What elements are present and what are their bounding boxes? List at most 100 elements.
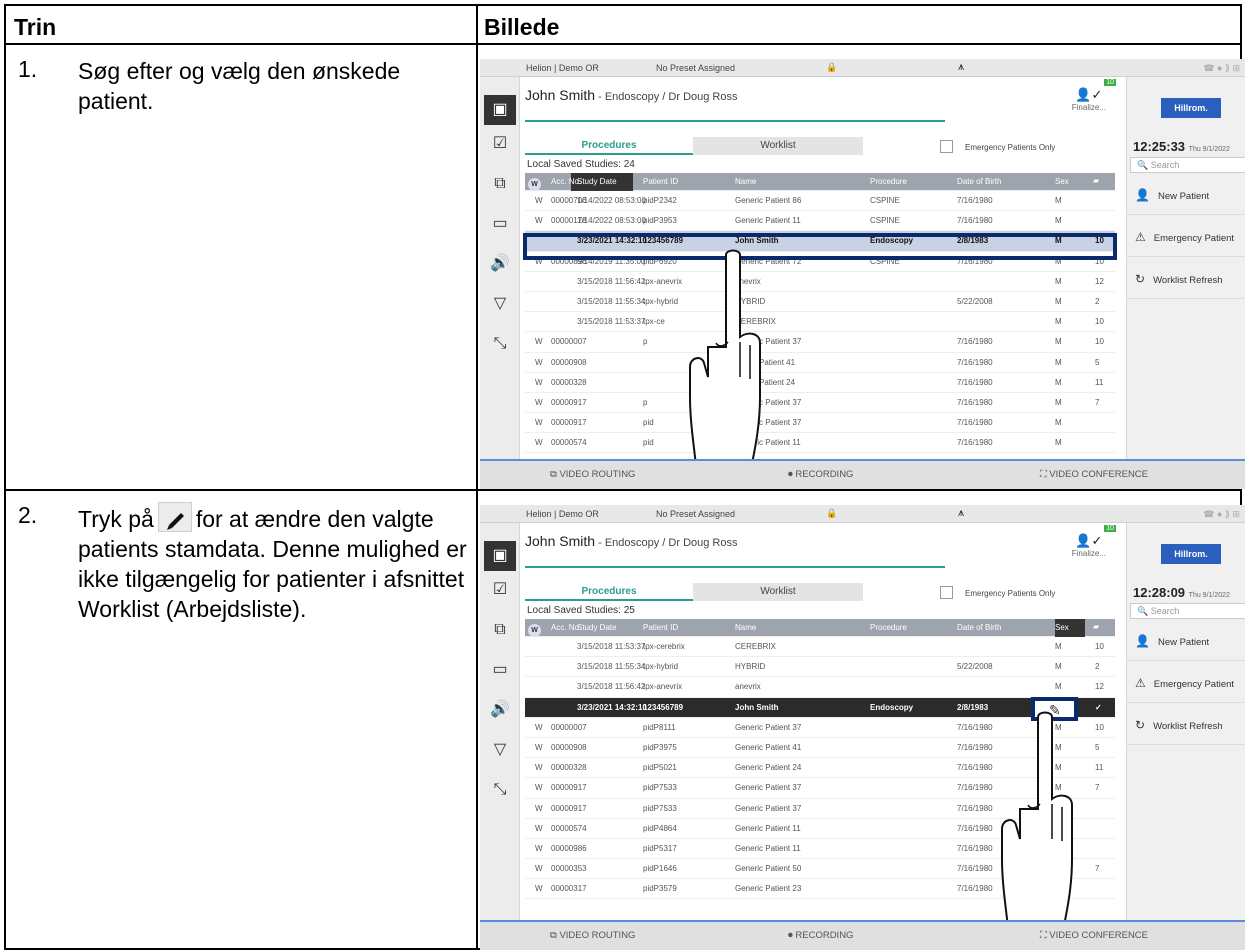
table-row[interactable]: W 00000007 p Generic Patient 37 7/16/1980 M 10 [525,332,1115,353]
table-cell: 123456789 [643,702,684,712]
emergency-only-checkbox[interactable] [940,586,953,599]
display-icon[interactable]: ▭ [480,651,520,689]
table-cell: 7/16/1980 [957,357,993,367]
table-row[interactable]: W 00000178 1/14/2022 08:53:00 pidP3953 Gener… [525,211,1115,232]
tab-worklist[interactable]: Worklist [693,583,863,601]
recording-button[interactable]: ⏺ RECORDING [788,930,853,941]
column-header[interactable]: Date of Birth [957,177,1001,186]
table-cell: 00000574 [551,438,587,448]
table-cell: CSPINE [870,196,900,205]
count-badge: 10 [1104,525,1116,532]
mic-icon[interactable]: ⩚ [958,61,964,74]
step-2-text: Tryk på for at ændre den valgte patients … [78,502,473,624]
table-row[interactable]: W 00000908 eneric Patient 41 7/16/1980 M 5 [525,353,1115,373]
camera-icon[interactable]: ⤡ [480,325,520,363]
patient-card-icon[interactable]: ▣ [484,95,516,125]
column-header[interactable]: Procedure [870,177,907,186]
table-cell: W [535,397,543,407]
table-cell: 3/15/2018 11:55:34 [577,296,646,306]
table-row[interactable]: W 00000706 1/14/2022 08:53:00 pidP2342 Gener… [525,191,1115,212]
table-row[interactable]: 3/15/2018 11:55:34 tpx-hybrid HYBRID 5/22/2… [525,657,1115,678]
column-header[interactable]: Patient ID [643,177,678,186]
table-cell: M [1055,418,1062,428]
worklist-filter-icon[interactable]: W [528,178,541,191]
routing-icon[interactable]: ⧉ [480,611,520,649]
camera-icon[interactable]: ⤡ [480,771,520,809]
worklist-refresh-button[interactable]: ↻ Worklist Refresh [1127,705,1245,745]
table-cell: Generic Patient 11 [735,216,801,226]
worklist-refresh-button[interactable]: ↻ Worklist Refresh [1127,259,1245,299]
table-cell: 7/16/1980 [957,438,993,448]
video-conference-button[interactable]: ⛶ VIDEO CONFERENCE [1040,930,1148,941]
column-header[interactable]: Sex [1055,623,1069,632]
clipboard-icon[interactable]: ☑ [480,125,520,163]
table-cell: W [535,377,543,387]
recording-button[interactable]: ⏺ RECORDING [788,469,853,480]
table-cell: pid [643,418,654,428]
emergency-only-filter[interactable]: Emergency Patients Only [940,586,1055,599]
table-row[interactable]: 3/15/2018 11:56:42 tpx-anevrix anevrix M 12 [525,272,1115,292]
lock-icon[interactable]: 🔒 [826,62,837,73]
tab-worklist[interactable]: Worklist [693,137,863,155]
table-cell: 3/15/2018 11:56:42 [577,682,646,692]
table-row[interactable]: 3/15/2018 11:56:42 tpx-anevrix anevrix M 12 [525,677,1115,698]
light-icon[interactable]: ▽ [480,731,520,769]
mic-icon[interactable]: ⩚ [958,507,964,520]
video-conference-button[interactable]: ⛶ VIDEO CONFERENCE [1040,469,1148,480]
tab-procedures[interactable]: Procedures [525,137,693,155]
emergency-patient-button[interactable]: ⚠ Emergency Patient [1127,217,1245,257]
table-cell: 3/15/2018 11:56:42 [577,276,646,286]
table-cell: HYBRID [735,662,766,672]
pencil-icon [157,502,192,532]
finalize-button[interactable]: 👤✓ Finalize... [1072,87,1106,112]
table-row[interactable]: 3/15/2018 11:53:37 tpx-cerebrix CEREBRIX M 1… [525,637,1115,658]
table-row[interactable]: 3/15/2018 11:55:34 tpx-hybrid HYBRID 5/22/2… [525,292,1115,313]
patient-name: John Smith [525,87,596,103]
table-cell: pidP8111 [643,722,676,732]
instruction-table: Trin Billede 1. Søg efter og vælg den øn… [4,4,1245,950]
table-cell: M [1055,642,1062,651]
new-patient-button[interactable]: 👤 New Patient [1127,175,1245,215]
emergency-patient-button[interactable]: ⚠ Emergency Patient [1127,663,1245,703]
column-header[interactable]: Name [735,177,756,186]
display-icon[interactable]: ▭ [480,205,520,243]
table-cell: 00000007 [551,337,587,347]
header-underline [525,120,945,122]
table-cell: 2 [1095,662,1100,672]
column-header[interactable]: Sex [1055,177,1069,186]
column-header[interactable]: Procedure [870,623,907,632]
column-header[interactable]: Date of Birth [957,623,1001,632]
emergency-only-filter[interactable]: Emergency Patients Only [940,140,1055,153]
table-row[interactable]: W 00000917 p Generic Patient 37 7/16/1980 M 7 [525,393,1115,414]
patient-card-icon[interactable]: ▣ [484,541,516,571]
speaker-icon[interactable]: 🔊 [480,245,520,283]
video-routing-button[interactable]: ⧉ VIDEO ROUTING [550,930,635,941]
search-input[interactable]: 🔍 Search [1130,603,1245,619]
table-cell: John Smith [735,702,779,712]
bottom-bar: ⧉ VIDEO ROUTING ⏺ RECORDING ⛶ VIDEO CONFER… [480,459,1245,489]
table-cell: 7/16/1980 [957,823,993,833]
lock-icon[interactable]: 🔒 [826,508,837,519]
column-header[interactable]: Study Date [577,177,617,186]
column-header[interactable]: Name [735,623,756,632]
tab-procedures[interactable]: Procedures [525,583,693,601]
worklist-filter-icon[interactable]: W [528,624,541,637]
table-row[interactable]: W 00000917 pid Generic Patient 37 7/16/1980 M [525,413,1115,434]
search-input[interactable]: 🔍 Search [1130,157,1245,173]
emergency-only-checkbox[interactable] [940,140,953,153]
button-label: Worklist Refresh [1153,275,1223,286]
new-patient-button[interactable]: 👤 New Patient [1127,621,1245,661]
table-cell: 00000908 [551,357,587,367]
table-row[interactable]: W 00000574 pid Generic Patient 11 7/16/1980 M [525,433,1115,454]
table-row[interactable]: W 00000328 eneric Patient 24 7/16/1980 M 11 [525,373,1115,393]
routing-icon[interactable]: ⧉ [480,165,520,203]
light-icon[interactable]: ▽ [480,285,520,323]
video-routing-button[interactable]: ⧉ VIDEO ROUTING [550,469,635,480]
speaker-icon[interactable]: 🔊 [480,691,520,729]
column-header[interactable]: Study Date [577,623,617,632]
table-row[interactable]: 3/15/2018 11:53:37 tpx-ce CEREBRIX M 10 [525,312,1115,333]
clipboard-icon[interactable]: ☑ [480,571,520,609]
finalize-button[interactable]: 👤✓ Finalize... [1072,533,1106,558]
column-header[interactable]: Patient ID [643,623,678,632]
table-cell: 7/16/1980 [957,196,993,205]
